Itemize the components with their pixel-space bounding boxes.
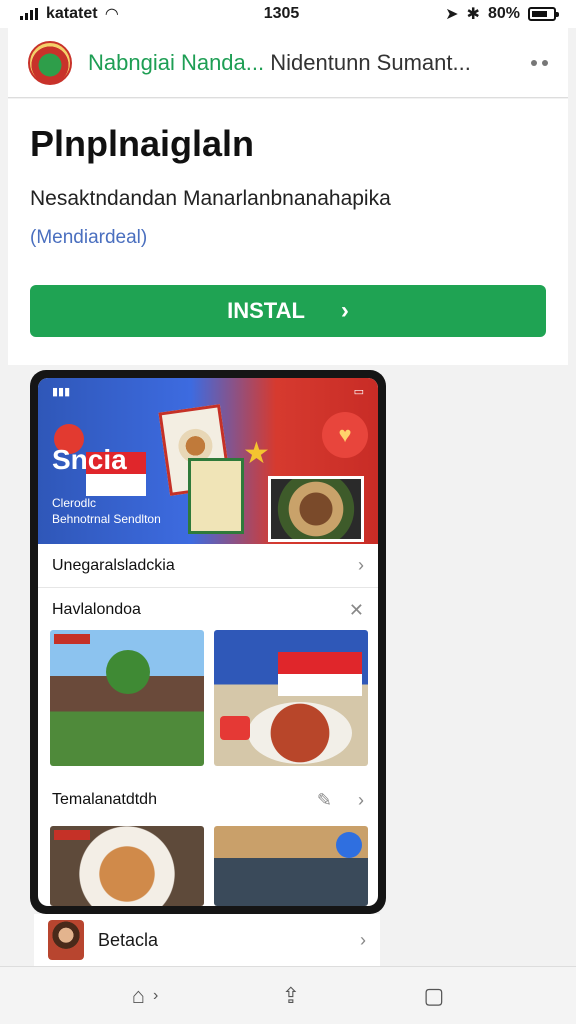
star-icon: ★ <box>243 437 270 470</box>
site-logo-icon <box>28 40 72 85</box>
signal-icon <box>20 8 38 20</box>
tabs-icon: ▢ <box>423 982 445 1008</box>
heart-icon: ♥ <box>322 412 368 458</box>
banner-caption: Clerodlc <box>52 496 97 510</box>
status-left: katatet ◠ <box>20 4 118 24</box>
clock: 1305 <box>263 5 300 22</box>
preview-signal-icon: ▮▮▮ <box>52 385 71 398</box>
flag-graphic-white <box>86 474 146 496</box>
location-icon: ➤ <box>445 6 459 23</box>
home-icon: ⌂ <box>131 982 145 1008</box>
section-header-2: Temalanatdtdh ✎ › <box>38 778 378 822</box>
pin-icon[interactable]: ✎ <box>317 790 332 811</box>
row-label: Unegaralsladckia <box>52 556 175 574</box>
banner-title: Sncia <box>52 444 127 475</box>
install-label: INSTAL <box>227 298 305 323</box>
site-host: Nabngiai Nanda... <box>88 49 265 75</box>
chevron-right-icon: › <box>358 555 364 575</box>
more-icon[interactable] <box>524 59 554 66</box>
status-bar: katatet ◠ 1305 ➤ ✱ 80% <box>0 0 576 28</box>
site-header[interactable]: Nabngiai Nanda... Nidentunn Sumant... <box>8 28 568 98</box>
chevron-right-icon: › <box>152 986 159 1004</box>
section-title: Havlalondoa <box>52 601 141 618</box>
battery-icon <box>527 7 559 21</box>
photo-tile-plate[interactable] <box>50 826 204 906</box>
phone-screen: ★ ♥ Sncia Clerodlc Behnotrnal Sendlton ▮… <box>38 378 378 906</box>
photo-tile-house[interactable] <box>50 630 204 766</box>
chevron-right-icon: › <box>360 929 366 950</box>
site-address[interactable]: Nabngiai Nanda... Nidentunn Sumant... <box>88 50 524 76</box>
site-path: Nidentunn Sumant... <box>270 49 471 75</box>
close-icon[interactable]: ✕ <box>349 600 364 621</box>
page: katatet ◠ 1305 ➤ ✱ 80% Nabngiai Nanda...… <box>0 0 576 1024</box>
status-right: ➤ ✱ 80% <box>445 4 559 24</box>
banner-caption-2: Behnotrnal Sendlton <box>52 512 161 526</box>
play-icon <box>336 832 362 858</box>
app-title: Plnplnaiglaln <box>30 123 255 164</box>
share-icon: ⇪ <box>281 982 301 1008</box>
preview-status-bar: ▮▮▮ ▭ <box>38 378 378 404</box>
card-label: Betacla <box>98 929 159 950</box>
carrier-label: katatet <box>46 5 98 22</box>
app-link[interactable]: (Mendiardeal) <box>30 227 147 249</box>
video-icon <box>220 716 250 740</box>
chevron-right-icon: › <box>340 297 349 324</box>
chevron-right-icon[interactable]: › <box>358 790 364 811</box>
section-header: Havlalondoa ✕ <box>38 588 378 632</box>
review-card[interactable]: Betacla › <box>34 914 380 966</box>
app-subtitle: Nesaktndandan Manarlanbnanahapika <box>30 187 391 210</box>
install-button[interactable]: INSTAL › <box>30 285 546 337</box>
share-button[interactable]: ⇪ <box>282 983 300 1009</box>
avatar <box>48 920 84 960</box>
list-item[interactable]: Unegaralsladckia › <box>38 544 378 588</box>
photo-tile-interior[interactable] <box>214 826 368 906</box>
home-button[interactable]: ⌂ › <box>132 983 159 1009</box>
wifi-icon: ◠ <box>105 6 118 23</box>
food-photo <box>268 476 364 542</box>
recipe-card <box>188 458 244 534</box>
battery-percent: 80% <box>487 5 520 22</box>
bluetooth-icon: ✱ <box>466 6 480 23</box>
bottom-nav: ⌂ › ⇪ ▢ <box>0 966 576 1024</box>
photo-tile-food[interactable] <box>214 630 368 766</box>
section-title-2: Temalanatdtdh <box>52 791 157 808</box>
app-info: Plnplnaiglaln Nesaktndandan Manarlanbnan… <box>8 99 568 365</box>
phone-preview[interactable]: ★ ♥ Sncia Clerodlc Behnotrnal Sendlton ▮… <box>30 370 386 914</box>
preview-battery-icon: ▭ <box>353 385 364 398</box>
tabs-button[interactable]: ▢ <box>424 983 445 1009</box>
